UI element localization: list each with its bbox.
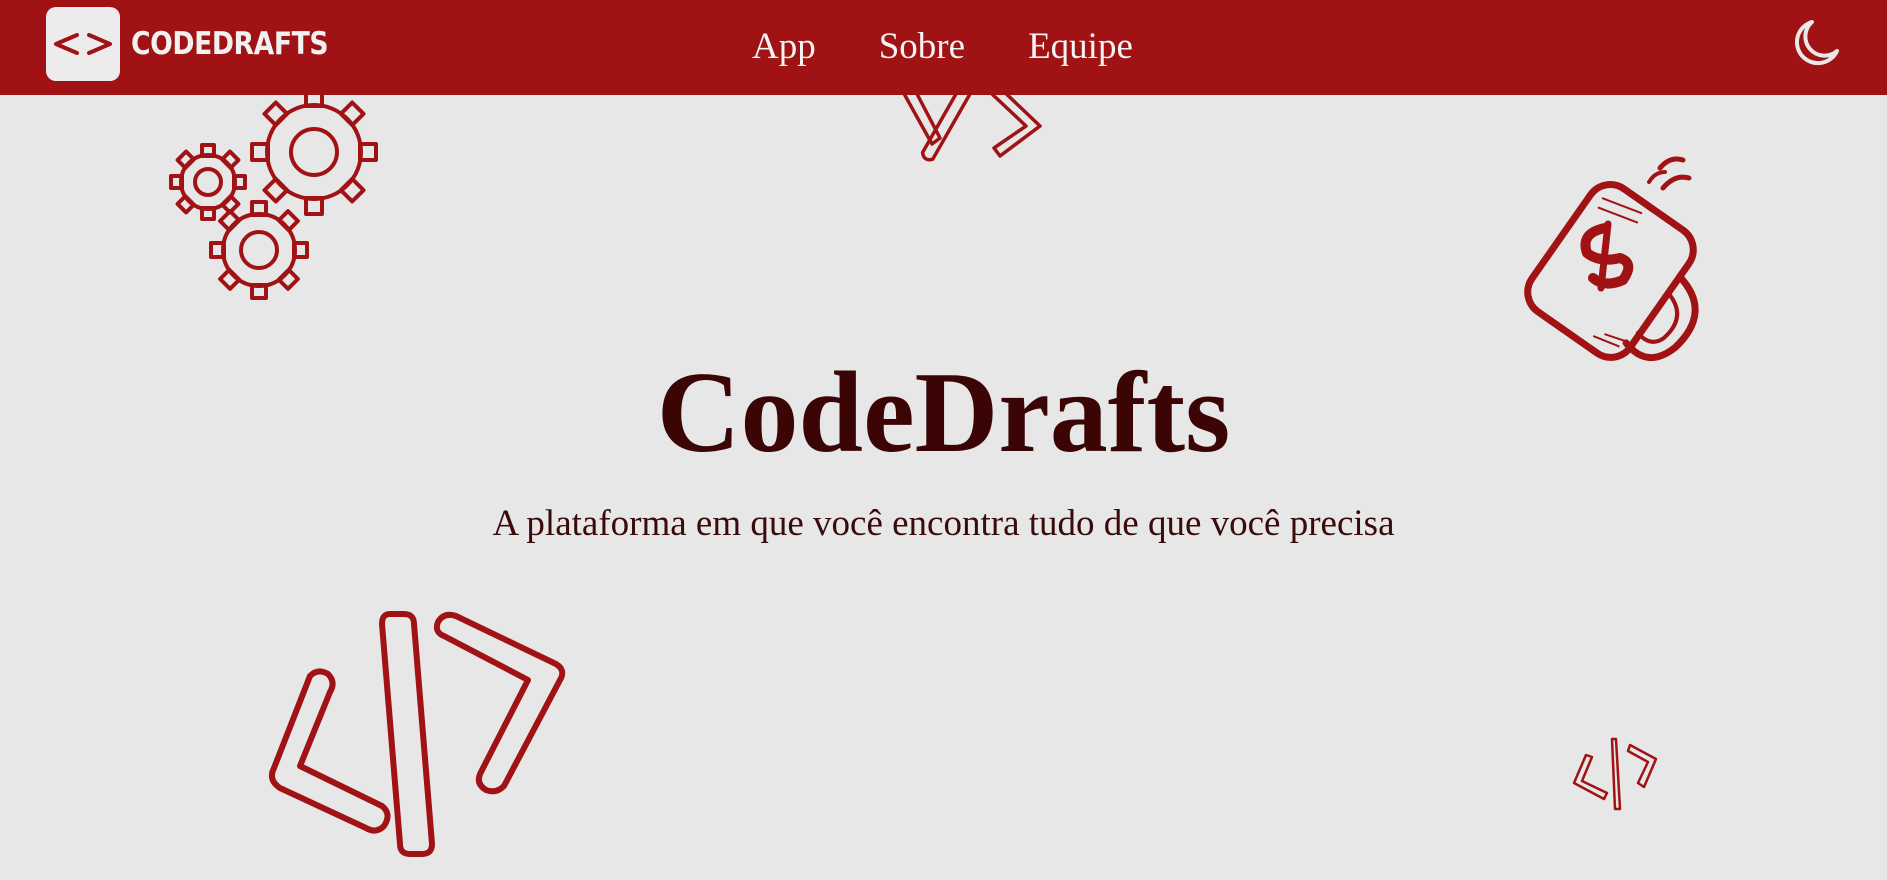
logo[interactable] [46,7,120,81]
theme-toggle-button[interactable] [1790,17,1842,69]
code-brackets-icon [54,33,112,55]
main-nav: App Sobre Equipe [752,22,1133,72]
nav-link-equipe[interactable]: Equipe [1028,22,1133,72]
top-navigation-bar: CODEDRAFTS App Sobre Equipe [0,0,1887,95]
code-brackets-icon [1572,737,1658,811]
hero-subtitle: A plataforma em que você encontra tudo d… [492,503,1395,544]
code-brackets-icon [269,611,566,857]
nav-link-app[interactable]: App [752,22,816,72]
nav-link-sobre[interactable]: Sobre [879,22,965,72]
moon-icon [1794,20,1839,66]
gears-icon [169,88,378,300]
brand-name[interactable]: CODEDRAFTS [131,22,329,66]
page: CODEDRAFTS App Sobre Equipe CodeDrafts A… [0,0,1887,880]
coffee-mug-icon [1524,156,1699,361]
